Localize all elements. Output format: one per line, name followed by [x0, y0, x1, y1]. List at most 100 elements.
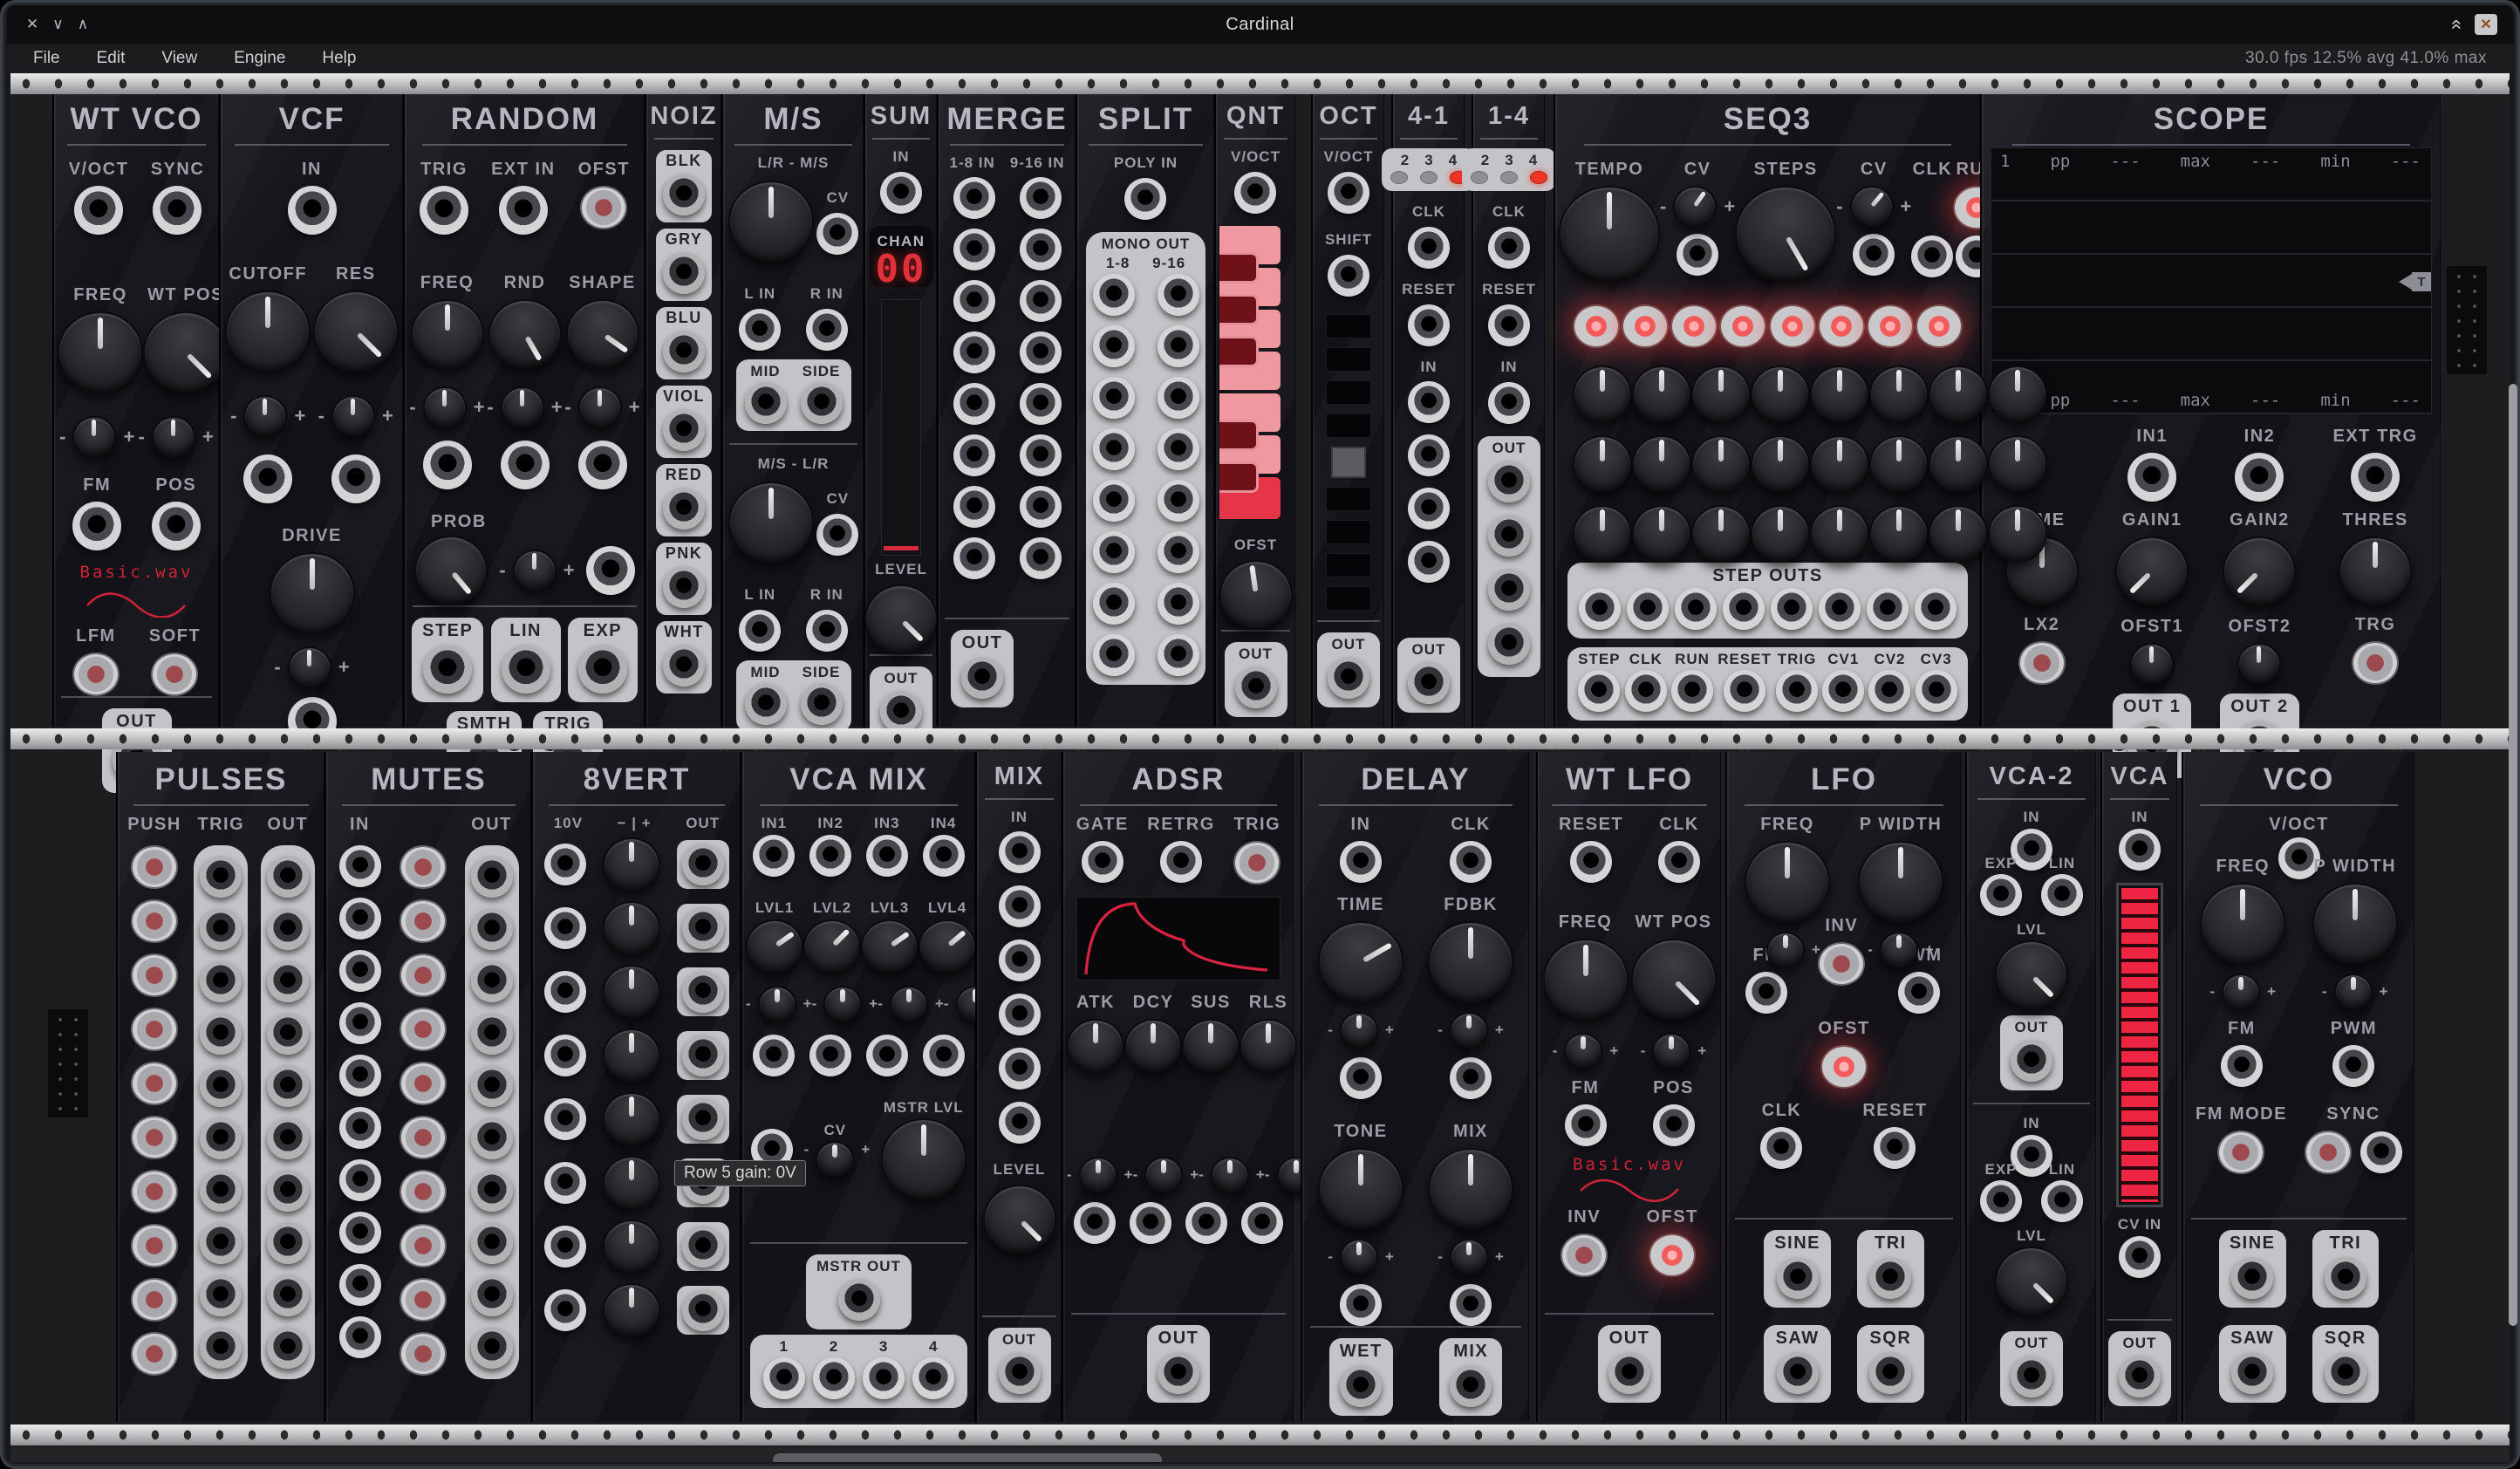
r-in-jack[interactable] [806, 309, 848, 351]
cv2-jack[interactable] [809, 1035, 851, 1076]
pwm-jack[interactable] [2332, 1045, 2374, 1087]
cv1-step-knob[interactable] [1691, 366, 1751, 423]
cv2-step-knob[interactable] [1751, 435, 1810, 493]
cutoff-cv-jack[interactable] [243, 454, 292, 503]
cutoff-knob[interactable] [225, 290, 311, 372]
split-out-jack[interactable] [1093, 531, 1135, 573]
tempo-knob[interactable] [1559, 186, 1660, 282]
freq-knob[interactable] [1543, 939, 1629, 1021]
mute-button[interactable] [400, 1170, 447, 1213]
in-jack[interactable] [339, 845, 381, 887]
out-jack[interactable] [1408, 662, 1450, 704]
cv3-step-knob[interactable] [1810, 505, 1869, 563]
atk-trim[interactable] [1079, 1157, 1117, 1193]
out-jack[interactable] [682, 844, 724, 885]
clk-jack[interactable] [1450, 841, 1492, 883]
drive-knob[interactable] [270, 552, 355, 634]
ofst1-trim[interactable] [2130, 643, 2174, 685]
clk-jack[interactable] [1911, 236, 1953, 277]
out-jack[interactable] [267, 1274, 309, 1316]
freq-knob[interactable] [411, 299, 484, 369]
fm-mode-button[interactable] [2217, 1131, 2264, 1174]
cv1-step-knob[interactable] [1632, 366, 1691, 423]
pwm-trim[interactable] [1880, 932, 1918, 968]
out-jack[interactable] [471, 1170, 513, 1212]
out-jack[interactable] [682, 971, 724, 1013]
out-jack[interactable] [2011, 1040, 2052, 1082]
freq-trim-knob[interactable] [72, 416, 116, 458]
shape-knob[interactable] [566, 299, 639, 369]
freq-knob[interactable] [2200, 883, 2285, 965]
mute-button[interactable] [400, 1278, 447, 1322]
vscrollbar-thumb[interactable] [2509, 384, 2517, 1326]
cv2-step-knob[interactable] [1988, 435, 2047, 493]
in1-jack[interactable] [2127, 453, 2176, 502]
ch2-out-jack[interactable] [813, 1357, 855, 1399]
push-button[interactable] [131, 953, 178, 997]
step-light-button[interactable] [1916, 304, 1963, 348]
ext-in-jack[interactable] [499, 186, 548, 235]
mute-button[interactable] [400, 1116, 447, 1159]
in-jack[interactable] [544, 844, 586, 885]
red-jack[interactable] [663, 488, 705, 530]
cv-jack[interactable] [816, 514, 858, 556]
cv3-step-knob[interactable] [1751, 505, 1810, 563]
merge-in-jack[interactable] [1020, 280, 1062, 322]
hscrollbar-track[interactable] [10, 1447, 2510, 1462]
merge-in-jack[interactable] [953, 486, 995, 528]
lvl1-knob[interactable] [746, 919, 803, 974]
out-jack[interactable] [682, 907, 724, 949]
gain-knob[interactable] [603, 1028, 660, 1083]
atk-knob[interactable] [1067, 1019, 1124, 1073]
octave-selector[interactable] [1326, 314, 1371, 611]
fdbk-knob[interactable] [1428, 921, 1513, 1003]
level-knob[interactable] [864, 584, 938, 654]
cv3-step-knob[interactable] [1573, 505, 1632, 563]
split-out-jack[interactable] [1158, 377, 1199, 419]
out-jack[interactable] [1328, 657, 1369, 699]
trig-jack[interactable] [200, 1222, 242, 1264]
side-jack[interactable] [801, 382, 843, 424]
cv1-step-knob[interactable] [1810, 366, 1869, 423]
ofst-button[interactable] [1649, 1233, 1696, 1277]
dcy-trim[interactable] [1144, 1157, 1183, 1193]
cv1-step-knob[interactable] [1751, 366, 1810, 423]
l-in-jack[interactable] [739, 309, 781, 351]
cv1-jack[interactable] [753, 1035, 795, 1076]
rnd-knob[interactable] [488, 299, 562, 369]
trig-jack[interactable] [200, 1013, 242, 1055]
merge-in-jack[interactable] [1020, 486, 1062, 528]
cutoff-trim-knob[interactable] [243, 395, 287, 437]
clk-jack[interactable] [1760, 1127, 1802, 1169]
step-light-button[interactable] [1622, 304, 1669, 348]
out-jack[interactable] [1488, 623, 1530, 665]
ms-lr-knob[interactable] [728, 482, 814, 564]
out-jack[interactable] [267, 1117, 309, 1159]
pos-jack[interactable] [1653, 1104, 1695, 1146]
freq-knob[interactable] [1745, 841, 1830, 923]
wht-jack[interactable] [663, 645, 705, 687]
in3-jack[interactable] [866, 835, 908, 877]
in-jack[interactable] [544, 1226, 586, 1267]
out-jack[interactable] [1488, 569, 1530, 611]
trig-jack[interactable] [420, 186, 468, 235]
sus-trim[interactable] [1211, 1157, 1249, 1193]
side-jack[interactable] [801, 683, 843, 725]
hscrollbar-thumb[interactable] [773, 1453, 1162, 1462]
trig-jack[interactable] [200, 1274, 242, 1316]
exp-jack[interactable] [578, 645, 627, 694]
sync-jack[interactable] [153, 186, 201, 235]
inv-button[interactable] [1560, 1233, 1608, 1277]
cv3-out-jack[interactable] [1916, 670, 1957, 712]
out-jack[interactable] [880, 691, 922, 733]
time-trim[interactable] [1340, 1012, 1378, 1049]
out-jack[interactable] [267, 1065, 309, 1107]
out-jack[interactable] [471, 960, 513, 1002]
split-out-jack[interactable] [1158, 325, 1199, 367]
step-out-jack[interactable] [1771, 588, 1813, 630]
step-jack[interactable] [423, 645, 472, 694]
cv3-step-knob[interactable] [1869, 505, 1929, 563]
sine-jack[interactable] [2231, 1257, 2273, 1299]
sync-button[interactable] [2305, 1131, 2352, 1174]
mute-button[interactable] [400, 1008, 447, 1051]
